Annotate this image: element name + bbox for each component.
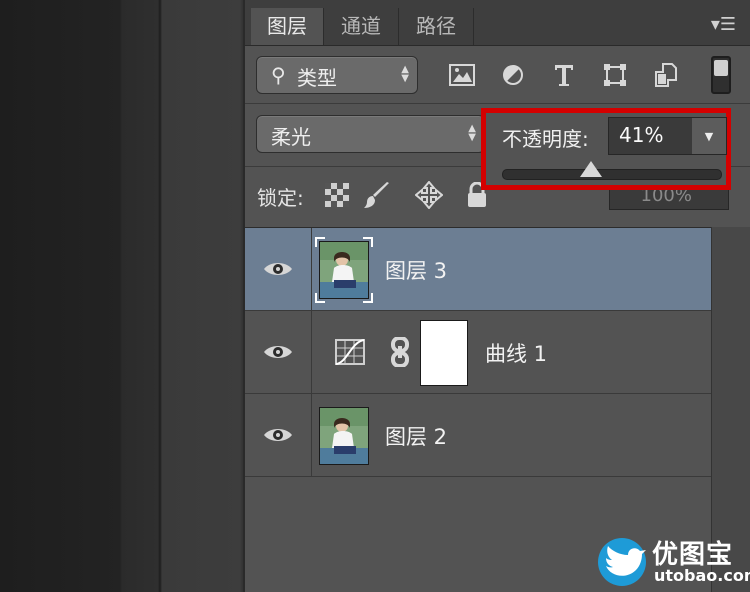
panel-tabbar: 图层 通道 路径 ▾☰ [245,0,750,46]
layer-row-curves-1[interactable]: 曲线 1 [245,311,711,394]
blend-mode-value: 柔光 [271,125,311,149]
layer-mask-thumbnail[interactable] [420,320,468,386]
eye-icon [264,429,292,441]
layer-thumbnail[interactable] [319,407,369,465]
shape-filter-icon[interactable] [602,62,628,88]
divider [245,103,750,104]
visibility-toggle[interactable] [245,394,312,476]
layer-name[interactable]: 曲线 1 [485,338,547,368]
layer-name[interactable]: 图层 2 [385,421,447,451]
filter-label: 类型 [297,66,337,90]
link-icon[interactable] [390,336,410,371]
bird-logo-icon [598,538,646,586]
blend-mode-select[interactable]: 柔光 ▲ ▼ [256,115,485,153]
selection-corner [363,237,373,247]
opacity-dropdown-button[interactable]: ▼ [692,117,727,155]
lock-image-pixels-icon[interactable] [363,181,391,209]
opacity-field[interactable]: 41% [608,117,694,155]
curves-adjustment-icon [335,339,365,369]
adjustment-filter-icon[interactable] [500,62,526,88]
watermark: 优图宝 utobao.com [594,532,750,592]
tab-layers[interactable]: 图层 [251,8,324,45]
lock-transparent-pixels-icon[interactable] [323,181,351,209]
opacity-label: 不透明度: [502,127,589,151]
canvas-background [0,0,245,592]
layer-row-layer-2[interactable]: 图层 2 [245,394,711,477]
tab-channels[interactable]: 通道 [324,8,399,45]
panel-menu-icon[interactable]: ▾☰ [711,14,736,35]
layer-list: 图层 3 曲线 1 图层 2 [245,227,711,538]
layer-filter-select[interactable]: ⚲ 类型 ▲ ▼ [256,56,418,94]
opacity-control: 不透明度: 41% ▼ [481,108,731,190]
layer-thumbnail[interactable] [319,241,369,299]
selection-corner [315,293,325,303]
eye-icon [264,346,292,358]
eye-icon [264,263,292,275]
lock-position-icon[interactable] [415,181,443,209]
tab-paths[interactable]: 路径 [399,8,474,45]
visibility-toggle[interactable] [245,311,312,393]
opacity-value: 41% [619,123,664,147]
selection-corner [363,293,373,303]
selection-corner [315,237,325,247]
search-icon: ⚲ [271,63,286,87]
chevron-down-icon: ▼ [704,129,714,143]
layer-row-layer-3[interactable]: 图层 3 [245,228,711,311]
visibility-toggle[interactable] [245,228,312,310]
filter-toggle[interactable] [711,56,731,94]
layer-name[interactable]: 图层 3 [385,255,447,285]
image-filter-icon[interactable] [449,62,475,88]
opacity-slider-track[interactable] [502,169,722,180]
smart-object-filter-icon[interactable] [653,62,679,88]
watermark-url: utobao.com [654,566,750,585]
type-filter-icon[interactable] [551,62,577,88]
opacity-slider-thumb[interactable] [580,161,603,177]
lock-label: 锁定: [257,186,304,210]
spinner-icon: ▲ ▼ [468,123,476,143]
spinner-icon: ▲ ▼ [401,64,409,84]
layers-panel: 图层 通道 路径 ▾☰ ⚲ 类型 ▲ ▼ 柔光 ▲ ▼ 锁定: 100% 不透明… [245,0,750,592]
